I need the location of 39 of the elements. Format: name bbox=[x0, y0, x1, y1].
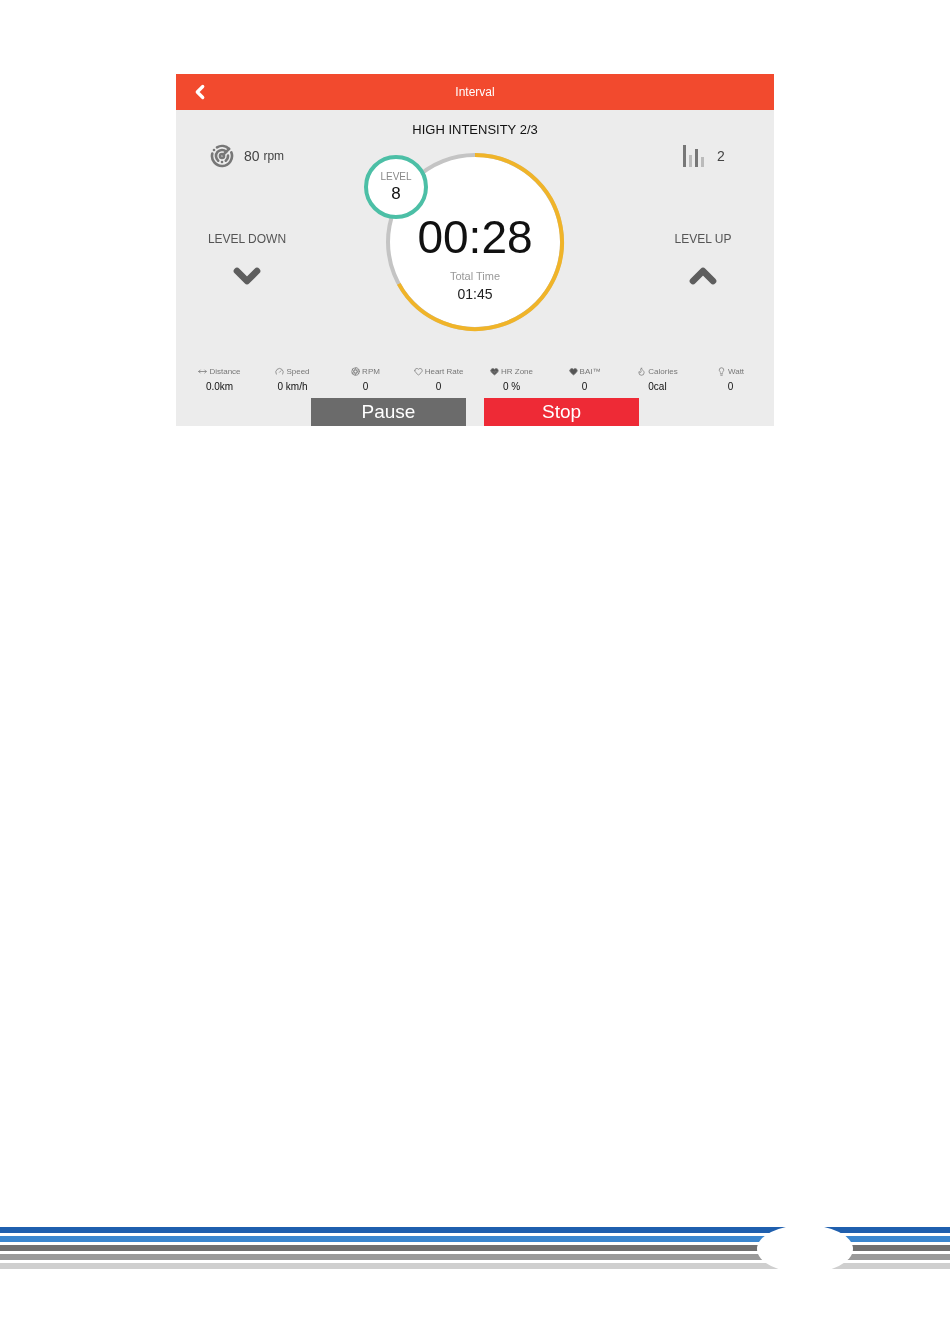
gauge-icon bbox=[275, 367, 285, 376]
flame-icon bbox=[637, 367, 647, 376]
stat-label: BAI™ bbox=[579, 367, 601, 376]
workout-title: HIGH INTENSITY 2/3 bbox=[412, 122, 538, 137]
screen-title: Interval bbox=[455, 85, 495, 99]
target-icon bbox=[209, 144, 234, 168]
total-time-reading: 01:45 bbox=[457, 286, 493, 302]
timer-reading: 00:28 bbox=[417, 214, 533, 260]
stat-value: 0cal bbox=[648, 381, 667, 392]
stat-label: Heart Rate bbox=[424, 367, 464, 376]
heart-pulse-icon bbox=[490, 367, 499, 376]
stat-label: Distance bbox=[209, 367, 241, 376]
stat-label: HR Zone bbox=[501, 367, 533, 376]
stat-label: RPM bbox=[362, 367, 380, 376]
stat-value: 0 bbox=[581, 381, 588, 392]
heart-icon bbox=[568, 367, 578, 376]
level-down-label: LEVEL DOWN bbox=[207, 232, 287, 246]
stop-button[interactable]: Stop bbox=[484, 398, 639, 426]
distance-icon bbox=[198, 367, 208, 376]
wheel-icon bbox=[351, 367, 361, 376]
stat-label: Calories bbox=[648, 367, 678, 376]
stat-value: 0 bbox=[362, 381, 369, 392]
level-badge-value: 8 bbox=[391, 183, 401, 204]
cadence-reading: 80 bbox=[243, 148, 260, 164]
pause-button[interactable]: Pause bbox=[311, 398, 466, 426]
segment-reading: 2 bbox=[717, 148, 725, 164]
level-up-label: LEVEL UP bbox=[674, 232, 732, 246]
heart-icon bbox=[413, 367, 423, 376]
total-time-label: Total Time bbox=[449, 270, 501, 282]
stat-value: 0 km/h bbox=[277, 381, 308, 392]
level-badge-label: LEVEL bbox=[380, 170, 412, 182]
cadence-unit: rpm bbox=[263, 149, 285, 163]
stat-label: Watt bbox=[727, 367, 745, 376]
stat-value: 0.0km bbox=[205, 381, 234, 392]
stat-label: Speed bbox=[286, 367, 310, 376]
stat-value: 0 bbox=[435, 381, 442, 392]
stat-value: 0 bbox=[727, 381, 734, 392]
stat-value: 0 % bbox=[502, 381, 521, 392]
lightbulb-icon bbox=[716, 367, 726, 376]
